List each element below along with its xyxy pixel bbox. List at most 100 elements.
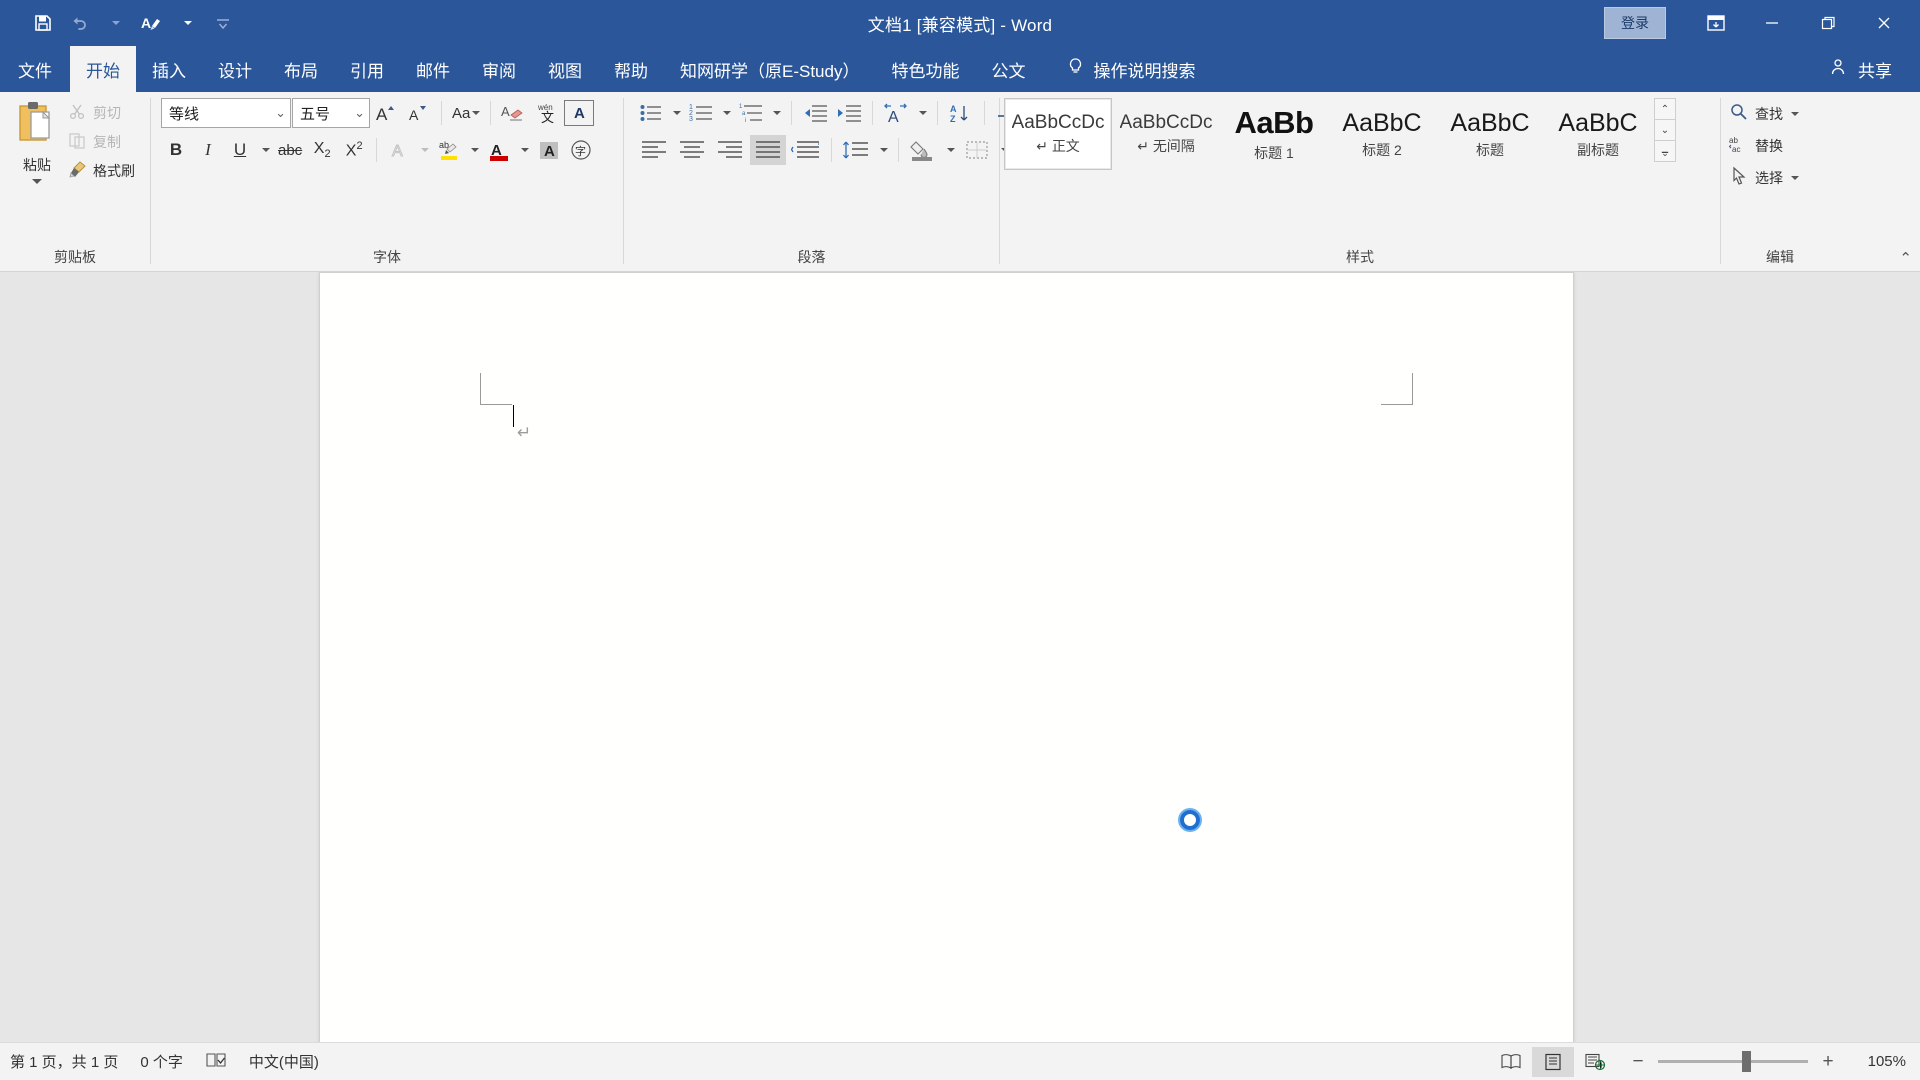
tab-special-features[interactable]: 特色功能	[875, 46, 975, 92]
borders-icon[interactable]	[960, 135, 994, 165]
numbering-dropdown-icon[interactable]	[718, 98, 734, 128]
decrease-indent-icon[interactable]	[799, 98, 831, 128]
character-shading-icon[interactable]: A	[534, 135, 564, 165]
styles-more-icon[interactable]: ▁ ⌄	[1654, 140, 1676, 162]
zoom-slider-thumb[interactable]	[1742, 1051, 1751, 1072]
grow-font-icon[interactable]: A	[372, 98, 402, 128]
document-page[interactable]: ↵	[319, 272, 1574, 1042]
format-painter-button[interactable]: 格式刷	[68, 160, 135, 182]
undo-dropdown-icon[interactable]	[98, 8, 132, 38]
font-name-combo[interactable]: 等线 ⌄	[161, 98, 291, 128]
zoom-out-button[interactable]: −	[1630, 1051, 1646, 1073]
tab-insert[interactable]: 插入	[136, 46, 202, 92]
select-dropdown-icon[interactable]	[1791, 175, 1799, 180]
italic-icon[interactable]: I	[193, 135, 223, 165]
styles-scroll-down-icon[interactable]: ⌄	[1654, 119, 1676, 141]
paste-dropdown-icon[interactable]	[32, 179, 42, 184]
tab-cnki-estudy[interactable]: 知网研学（原E-Study）	[664, 46, 875, 92]
sign-in-button[interactable]: 登录	[1604, 7, 1666, 39]
document-area[interactable]: ↵ 录制工具 KK录像机	[0, 272, 1920, 1042]
tab-view[interactable]: 视图	[532, 46, 598, 92]
font-size-combo[interactable]: 五号 ⌄	[292, 98, 370, 128]
multilevel-dropdown-icon[interactable]	[768, 98, 784, 128]
save-icon[interactable]	[26, 8, 60, 38]
find-button[interactable]: 查找	[1729, 102, 1799, 125]
repeat-format-icon[interactable]: A	[134, 8, 168, 38]
clear-formatting-icon[interactable]: A	[498, 98, 530, 128]
paste-button[interactable]: 粘贴	[6, 98, 68, 184]
distribute-icon[interactable]	[788, 135, 824, 165]
align-right-icon[interactable]	[712, 135, 748, 165]
undo-icon[interactable]	[62, 8, 96, 38]
print-layout-icon[interactable]	[1532, 1046, 1574, 1077]
tab-mailings[interactable]: 邮件	[400, 46, 466, 92]
zoom-level[interactable]: 105%	[1858, 1053, 1906, 1070]
share-button[interactable]: 共享	[1830, 46, 1920, 92]
select-button[interactable]: 选择	[1729, 166, 1799, 189]
web-layout-icon[interactable]	[1574, 1047, 1616, 1077]
text-effects-icon[interactable]: A	[384, 135, 414, 165]
repeat-dropdown-icon[interactable]	[170, 8, 204, 38]
asian-layout-icon[interactable]: A	[880, 98, 912, 128]
tab-help[interactable]: 帮助	[598, 46, 664, 92]
ribbon-display-options-icon[interactable]	[1688, 0, 1744, 46]
find-dropdown-icon[interactable]	[1791, 111, 1799, 116]
bullets-icon[interactable]	[636, 98, 666, 128]
language-indicator[interactable]: 中文(中国)	[249, 1051, 319, 1072]
style-item-heading1[interactable]: AaBb 标题 1	[1220, 98, 1328, 170]
proofing-errors-icon[interactable]	[205, 1051, 227, 1073]
tab-home[interactable]: 开始	[70, 46, 136, 92]
font-color-dropdown-icon[interactable]	[516, 135, 532, 165]
enclose-character-icon[interactable]: 字	[566, 135, 596, 165]
customize-qat-icon[interactable]	[206, 8, 240, 38]
shading-icon[interactable]	[906, 135, 940, 165]
tab-references[interactable]: 引用	[334, 46, 400, 92]
justify-icon[interactable]	[750, 135, 786, 165]
tab-review[interactable]: 审阅	[466, 46, 532, 92]
text-effects-dropdown-icon[interactable]	[416, 135, 432, 165]
style-item-title[interactable]: AaBbC 标题	[1436, 98, 1544, 170]
line-spacing-dropdown-icon[interactable]	[875, 135, 891, 165]
tab-layout[interactable]: 布局	[268, 46, 334, 92]
sort-icon[interactable]: AZ	[945, 98, 977, 128]
bullets-dropdown-icon[interactable]	[668, 98, 684, 128]
phonetic-guide-icon[interactable]: wén 文	[532, 98, 562, 128]
text-highlight-icon[interactable]: ab	[434, 135, 464, 165]
shading-dropdown-icon[interactable]	[942, 135, 958, 165]
bold-icon[interactable]: B	[161, 135, 191, 165]
page-info[interactable]: 第 1 页，共 1 页	[10, 1051, 118, 1072]
maximize-icon[interactable]	[1800, 0, 1856, 46]
superscript-icon[interactable]: X2	[339, 135, 369, 165]
strikethrough-icon[interactable]: abc	[275, 135, 305, 165]
collapse-ribbon-icon[interactable]: ⌃	[1899, 249, 1912, 267]
tab-official-document[interactable]: 公文	[975, 46, 1041, 92]
cut-button[interactable]: 剪切	[68, 102, 135, 124]
line-spacing-icon[interactable]	[839, 135, 873, 165]
style-item-heading2[interactable]: AaBbC 标题 2	[1328, 98, 1436, 170]
minimize-icon[interactable]	[1744, 0, 1800, 46]
copy-button[interactable]: 复制	[68, 131, 135, 153]
subscript-icon[interactable]: X2	[307, 135, 337, 165]
multilevel-list-icon[interactable]: 1ai	[736, 98, 766, 128]
text-highlight-dropdown-icon[interactable]	[466, 135, 482, 165]
font-color-icon[interactable]: A	[484, 135, 514, 165]
character-border-icon[interactable]: A	[564, 100, 595, 126]
style-item-normal[interactable]: AaBbCcDc ↵ 正文	[1004, 98, 1112, 170]
underline-icon[interactable]: U	[225, 135, 255, 165]
tell-me-search[interactable]: 操作说明搜索	[1053, 46, 1209, 92]
shrink-font-icon[interactable]: A	[404, 98, 434, 128]
close-icon[interactable]	[1856, 0, 1912, 46]
zoom-in-button[interactable]: +	[1820, 1051, 1836, 1073]
change-case-icon[interactable]: Aa	[449, 98, 483, 128]
replace-button[interactable]: ab ac 替换	[1728, 134, 1799, 157]
tab-file[interactable]: 文件	[0, 46, 70, 92]
read-mode-icon[interactable]	[1490, 1047, 1532, 1077]
zoom-control[interactable]: − + 105%	[1630, 1051, 1906, 1073]
styles-scroll-up-icon[interactable]: ⌃	[1654, 98, 1676, 120]
underline-dropdown-icon[interactable]	[257, 135, 273, 165]
align-left-icon[interactable]	[636, 135, 672, 165]
tab-design[interactable]: 设计	[202, 46, 268, 92]
increase-indent-icon[interactable]	[833, 98, 865, 128]
align-center-icon[interactable]	[674, 135, 710, 165]
numbering-icon[interactable]: 123	[686, 98, 716, 128]
